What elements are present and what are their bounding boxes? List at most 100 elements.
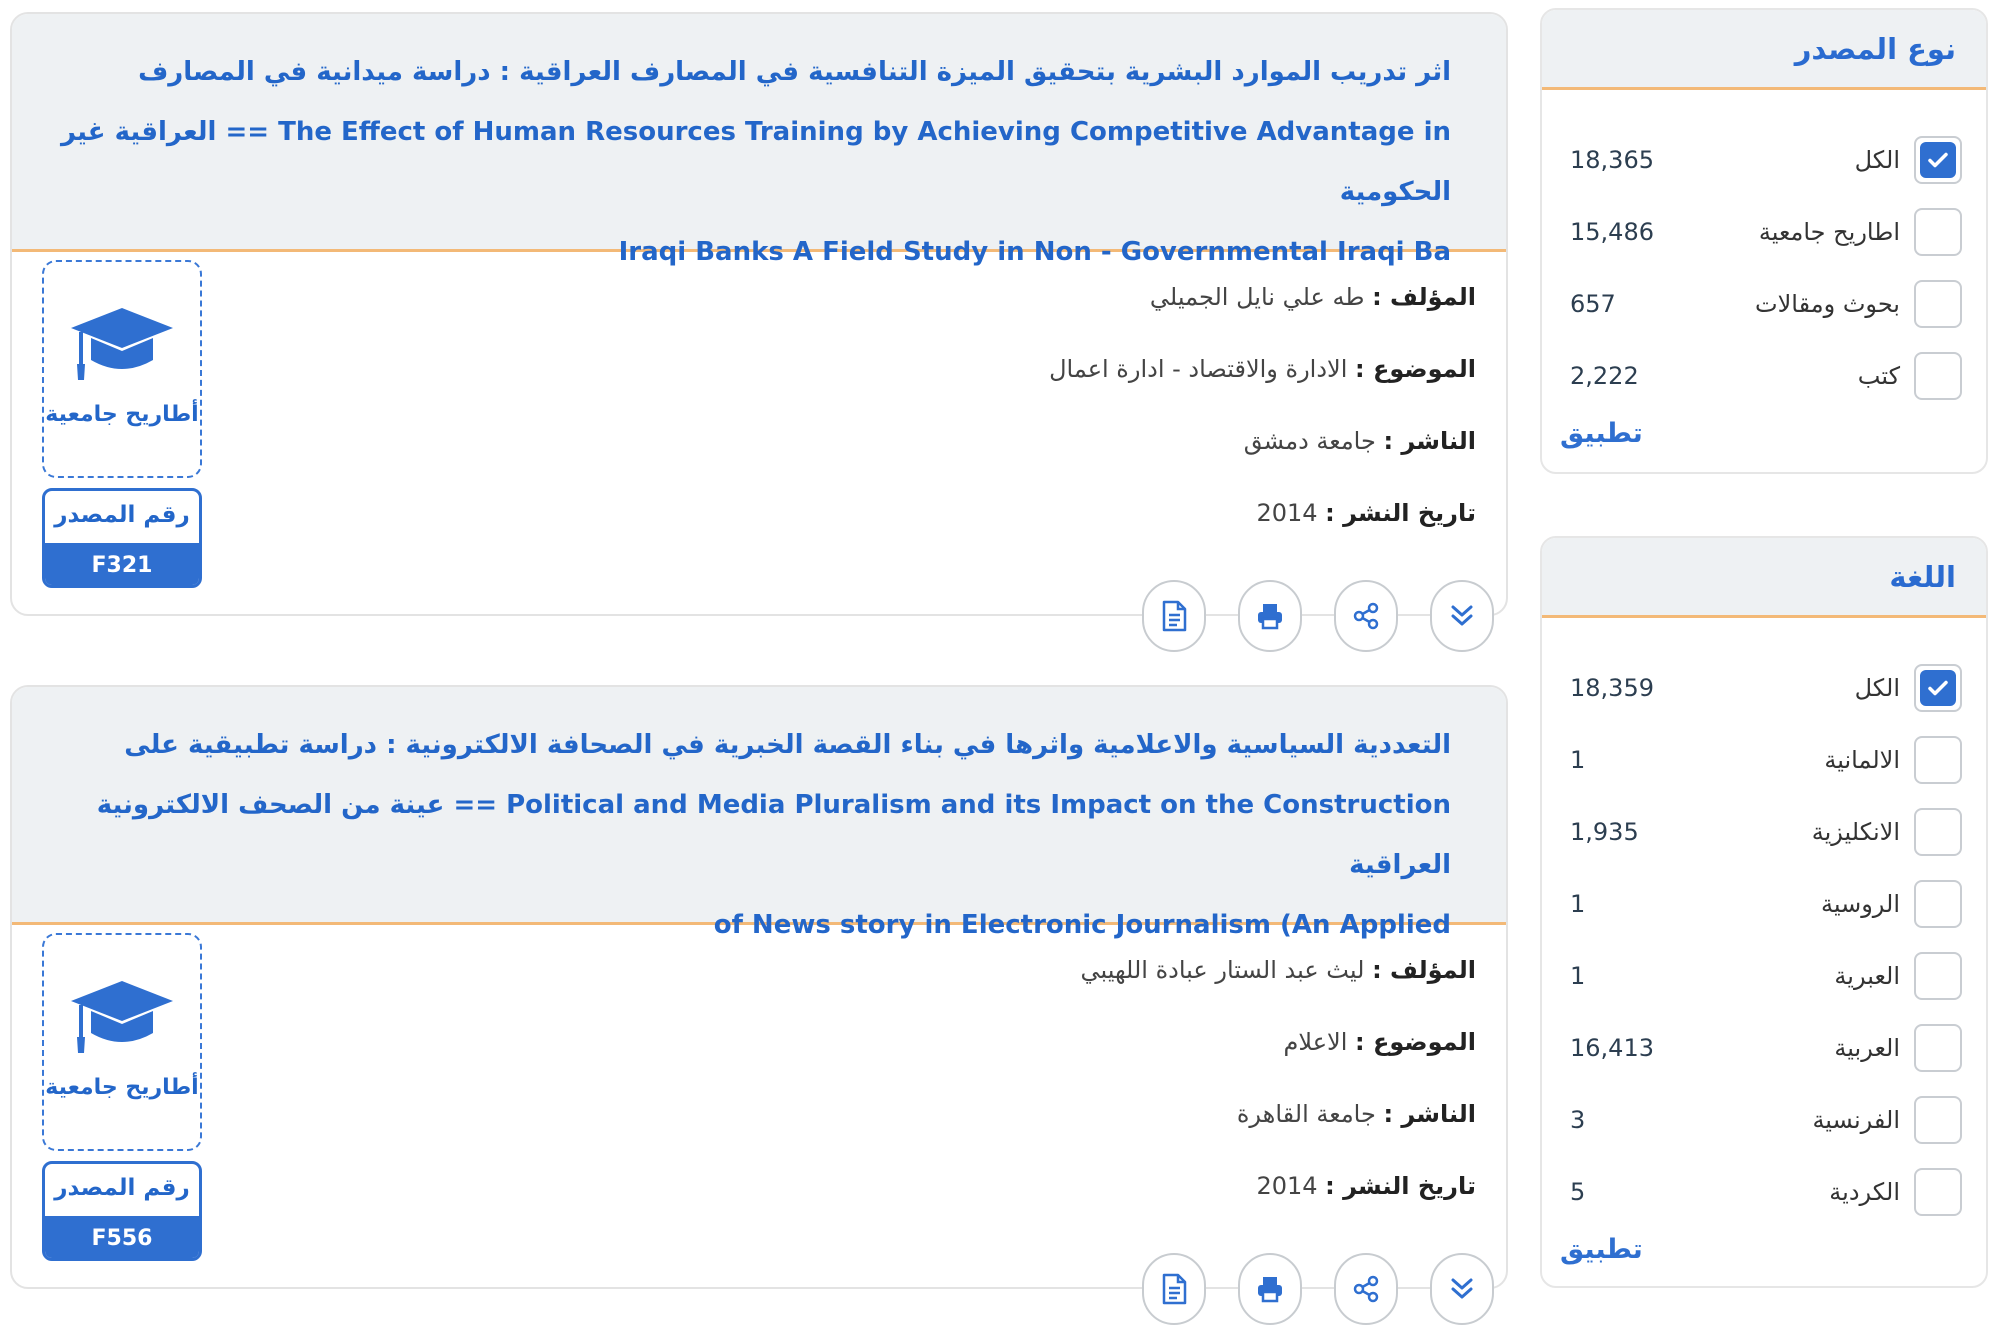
print-button[interactable] (1238, 1253, 1302, 1325)
result-actions (1132, 580, 1512, 660)
filter-option-count: 1 (1570, 746, 1586, 774)
filter-option-count: 1 (1570, 890, 1586, 918)
subject-key: الموضوع : (1355, 1028, 1476, 1056)
result-title-line[interactable]: Political and Media Pluralism and its Im… (52, 775, 1451, 895)
subject-key: الموضوع : (1355, 355, 1476, 383)
result-title-line[interactable]: The Effect of Human Resources Training b… (52, 102, 1451, 222)
print-icon (1258, 604, 1282, 630)
source-type-filter-header: نوع المصدر (1542, 10, 1986, 90)
result-actions (1132, 1253, 1512, 1333)
source-type-badge: أطاريح جامعية (42, 260, 202, 478)
language-apply-link[interactable]: تطبيق (1542, 1234, 1986, 1265)
print-icon (1258, 1277, 1282, 1303)
document-button[interactable] (1142, 1253, 1206, 1325)
language-filter-panel: اللغة الكل 18,359 الالمانية 1 الانكليزية… (1540, 536, 1988, 1288)
filter-option-books[interactable]: كتب 2,222 (1542, 340, 1986, 412)
result-card-header: اثر تدريب الموارد البشرية بتحقيق الميزة … (12, 14, 1506, 267)
checkmark-icon (1920, 142, 1956, 178)
filter-option-all[interactable]: الكل 18,359 (1542, 652, 1986, 724)
publisher-key: الناشر : (1383, 1100, 1476, 1128)
result-title-line[interactable]: اثر تدريب الموارد البشرية بتحقيق الميزة … (52, 42, 1451, 102)
result-card: اثر تدريب الموارد البشرية بتحقيق الميزة … (10, 12, 1508, 652)
result-title-line[interactable]: التعددية السياسية والاعلامية واثرها في ب… (52, 715, 1451, 775)
expand-down-icon (1451, 605, 1473, 626)
filter-option-articles[interactable]: بحوث ومقالات 657 (1542, 268, 1986, 340)
source-number-code: F556 (45, 1216, 199, 1258)
date-key: تاريخ النشر : (1325, 1172, 1476, 1200)
checkbox[interactable] (1914, 1168, 1962, 1216)
filter-option-german[interactable]: الالمانية 1 (1542, 724, 1986, 796)
filter-option-label: العبرية (1834, 962, 1900, 990)
filter-option-arabic[interactable]: العربية 16,413 (1542, 1012, 1986, 1084)
checkbox[interactable] (1914, 952, 1962, 1000)
date-value: 2014 (1256, 499, 1318, 527)
source-type-label: أطاريح جامعية (45, 402, 199, 427)
result-metadata: المؤلف : طه علي نايل الجميلي الموضوع : ا… (376, 272, 1476, 560)
share-button[interactable] (1334, 580, 1398, 652)
filter-option-count: 2,222 (1570, 362, 1639, 390)
share-button[interactable] (1334, 1253, 1398, 1325)
expand-button[interactable] (1430, 1253, 1494, 1325)
source-number-label: رقم المصدر (54, 502, 190, 528)
document-button[interactable] (1142, 580, 1206, 652)
checkbox[interactable] (1914, 280, 1962, 328)
publisher-value: جامعة القاهرة (1236, 1100, 1376, 1128)
subject-value: الاعلام (1283, 1028, 1348, 1056)
date-row: تاريخ النشر : 2014 (376, 488, 1476, 560)
author-value: ليث عبد الستار عبادة اللهيبي (1080, 956, 1365, 984)
filter-option-count: 657 (1570, 290, 1616, 318)
graduation-cap-icon (71, 308, 173, 380)
source-number-label: رقم المصدر (54, 1175, 190, 1201)
checkbox[interactable] (1914, 1024, 1962, 1072)
filter-option-label: الالمانية (1824, 746, 1900, 774)
filter-option-count: 18,359 (1570, 674, 1654, 702)
language-filter-header: اللغة (1542, 538, 1986, 618)
document-icon (1162, 1273, 1187, 1305)
filter-option-english[interactable]: الانكليزية 1,935 (1542, 796, 1986, 868)
checkbox[interactable] (1914, 208, 1962, 256)
share-icon (1353, 602, 1379, 630)
checkbox[interactable] (1914, 1096, 1962, 1144)
source-number-box: رقم المصدر F321 (42, 488, 202, 588)
filter-option-count: 16,413 (1570, 1034, 1654, 1062)
filter-option-count: 3 (1570, 1106, 1586, 1134)
filter-option-all[interactable]: الكل 18,365 (1542, 124, 1986, 196)
publisher-row: الناشر : جامعة دمشق (376, 416, 1476, 488)
filter-option-count: 5 (1570, 1178, 1586, 1206)
print-button[interactable] (1238, 580, 1302, 652)
filter-option-russian[interactable]: الروسية 1 (1542, 868, 1986, 940)
filter-option-count: 1,935 (1570, 818, 1639, 846)
author-row: المؤلف : طه علي نايل الجميلي (376, 272, 1476, 344)
filter-option-french[interactable]: الفرنسية 3 (1542, 1084, 1986, 1156)
document-icon (1162, 600, 1187, 632)
checkmark-icon (1920, 670, 1956, 706)
subject-value: الادارة والاقتصاد - ادارة اعمال (1049, 355, 1348, 383)
publisher-value: جامعة دمشق (1243, 427, 1376, 455)
source-type-label: أطاريح جامعية (45, 1075, 199, 1100)
checkbox[interactable] (1914, 880, 1962, 928)
checkbox[interactable] (1914, 808, 1962, 856)
filter-option-label: الروسية (1820, 890, 1900, 918)
language-filter-title: اللغة (1889, 559, 1956, 594)
publisher-key: الناشر : (1383, 427, 1476, 455)
source-type-filter-title: نوع المصدر (1794, 31, 1956, 66)
filter-option-label: الفرنسية (1812, 1106, 1900, 1134)
result-card-body: المؤلف : ليث عبد الستار عبادة اللهيبي ال… (12, 925, 1506, 1325)
checkbox[interactable] (1914, 736, 1962, 784)
expand-button[interactable] (1430, 580, 1494, 652)
source-type-filter-list: الكل 18,365 اطاريح جامعية 15,486 بحوث وم… (1542, 90, 1986, 449)
checkbox-checked[interactable] (1914, 136, 1962, 184)
source-type-filter-panel: نوع المصدر الكل 18,365 اطاريح جامعية 15,… (1540, 8, 1988, 474)
filter-option-count: 18,365 (1570, 146, 1654, 174)
filter-option-hebrew[interactable]: العبرية 1 (1542, 940, 1986, 1012)
filter-option-count: 1 (1570, 962, 1586, 990)
source-type-apply-link[interactable]: تطبيق (1542, 418, 1986, 449)
checkbox[interactable] (1914, 352, 1962, 400)
checkbox-checked[interactable] (1914, 664, 1962, 712)
source-number-code: F321 (45, 543, 199, 585)
filter-option-theses[interactable]: اطاريح جامعية 15,486 (1542, 196, 1986, 268)
filter-option-kurdish[interactable]: الكردية 5 (1542, 1156, 1986, 1228)
author-key: المؤلف : (1372, 956, 1476, 984)
filter-option-count: 15,486 (1570, 218, 1654, 246)
publisher-row: الناشر : جامعة القاهرة (376, 1089, 1476, 1161)
